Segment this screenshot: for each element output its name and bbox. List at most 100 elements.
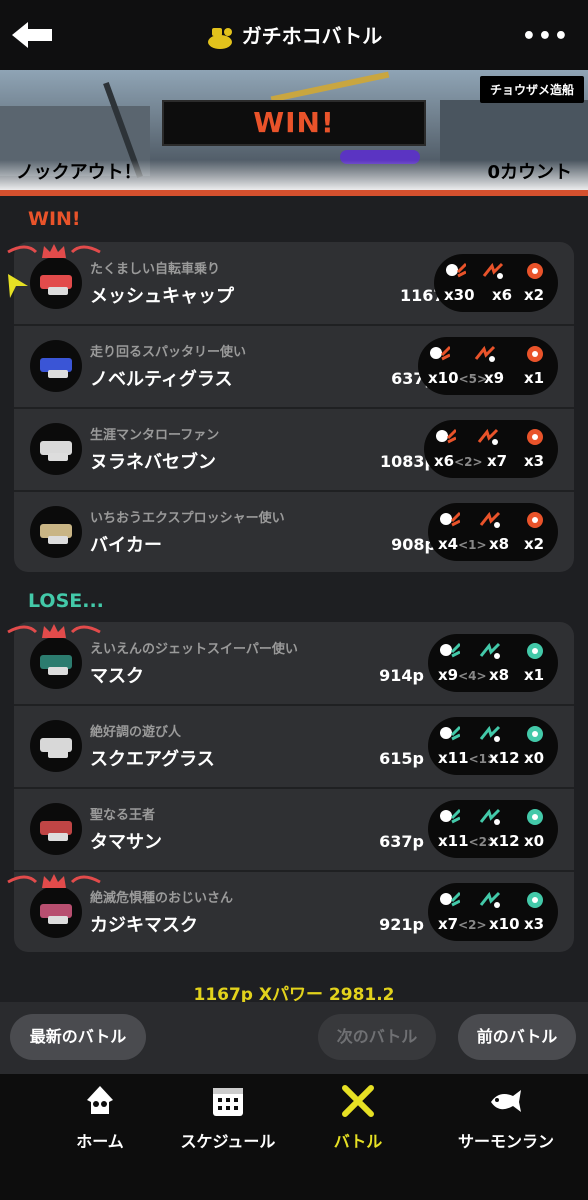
special-gauge-icon (474, 345, 496, 362)
page-title-text: ガチホコバトル (241, 24, 383, 48)
weapon-sub (48, 667, 68, 675)
crown-icon (7, 624, 101, 638)
lose-team-label: LOSE... (28, 590, 104, 612)
special-weapon-icon (527, 643, 543, 659)
weapon-icon (30, 803, 82, 855)
kill-count: x9<4> (438, 666, 487, 684)
player-name: スクエアグラス (90, 749, 215, 770)
player-name: バイカー (90, 535, 162, 556)
player-stats: x6<2> x7 x3 (424, 420, 558, 478)
rainmaker-icon (207, 27, 232, 49)
assist-count: <4> (458, 669, 487, 683)
special-weapon-icon (527, 346, 543, 362)
weapon-icon (30, 423, 82, 475)
assist-count: <1> (458, 538, 487, 552)
latest-battle-button[interactable]: 最新のバトル (10, 1014, 146, 1060)
player-row[interactable]: 生涯マンタローファン ヌラネバセブン 1083p x6<2> x7 x3 (14, 408, 574, 490)
weapon-sub (48, 750, 68, 758)
crown-icon (7, 874, 101, 888)
tab-label: ホーム (76, 1132, 124, 1151)
player-stats: x4<1> x8 x2 (428, 503, 558, 561)
weapon-icon (30, 257, 82, 309)
next-battle-button[interactable]: 次のバトル (318, 1014, 436, 1060)
player-title: 聖なる王者 (90, 808, 156, 823)
battle-nav: 最新のバトル 次のバトル 前のバトル (0, 1002, 588, 1074)
special-weapon-icon (527, 809, 543, 825)
win-team-label: WIN! (28, 208, 81, 230)
tab-battle[interactable]: バトル (288, 1084, 428, 1152)
player-name: ノベルティグラス (90, 369, 233, 390)
special-weapon-icon (527, 726, 543, 742)
special-use-count: x2 (524, 535, 545, 553)
player-title: 走り回るスパッタリー使い (90, 345, 247, 360)
player-title: 生涯マンタローファン (90, 428, 220, 443)
knockout-label: ノックアウト！ (16, 162, 142, 183)
special-gauge-icon (479, 642, 501, 659)
kill-icon (440, 891, 460, 907)
special-count: x6 (492, 286, 513, 304)
win-team-panel: たくましい自転車乗り メッシュキャップ 1167p x30 x6 x2 走り回るスパッタリー… (14, 242, 574, 572)
player-row[interactable]: 絶好調の遊び人 スクエアグラス 615p x11<1> x12 x0 (14, 705, 574, 787)
special-count: x12 (489, 832, 520, 850)
player-row[interactable]: 走り回るスパッタリー使い ノベルティグラス 637p x10<5> x9 x1 (14, 325, 574, 407)
special-use-count: x2 (524, 286, 545, 304)
tab-salmon-run[interactable]: サーモンラン (436, 1084, 576, 1152)
lose-team-panel: えいえんのジェットスイーパー使い マスク 914p x9<4> x8 x1 絶好調の遊び人ス… (14, 622, 574, 952)
player-name: タマサン (90, 832, 162, 853)
player-stats: x10<5> x9 x1 (418, 337, 558, 395)
weapon-icon (30, 506, 82, 558)
special-weapon-icon (527, 429, 543, 445)
kill-icon (440, 642, 460, 658)
tab-label: サーモンラン (457, 1132, 554, 1151)
stage-name: チョウザメ造船 (479, 76, 584, 103)
player-name: ヌラネバセブン (90, 452, 216, 473)
kill-icon (446, 262, 466, 278)
kill-count: x7<2> (438, 915, 487, 933)
special-count: x8 (489, 666, 510, 684)
player-stats: x7<2> x10 x3 (428, 883, 558, 941)
player-points: 615p (379, 749, 424, 768)
special-use-count: x1 (524, 369, 545, 387)
player-stats: x9<4> x8 x1 (428, 634, 558, 692)
assist-count: <2> (454, 455, 483, 469)
kill-count: x4<1> (438, 535, 487, 553)
calendar-icon (213, 1088, 243, 1116)
special-use-count: x3 (524, 915, 545, 933)
more-button[interactable]: ••• (522, 24, 570, 49)
self-marker-icon (8, 274, 28, 298)
stage-crane (270, 71, 390, 103)
special-use-count: x0 (524, 832, 545, 850)
weapon-icon (30, 637, 82, 689)
weapon-sub (48, 833, 68, 841)
special-count: x7 (487, 452, 508, 470)
kill-icon (436, 428, 456, 444)
kill-count-value: x30 (444, 286, 475, 304)
player-name: マスク (90, 666, 144, 687)
count-label: 0カウント (487, 162, 572, 183)
kill-count-value: x11 (438, 832, 469, 850)
player-stats: x11<2> x12 x0 (428, 800, 558, 858)
special-gauge-icon (479, 725, 501, 742)
player-row[interactable]: 聖なる王者 タマサン 637p x11<2> x12 x0 (14, 788, 574, 870)
player-points: 914p (379, 666, 424, 685)
special-gauge-icon (482, 262, 504, 279)
prev-battle-button[interactable]: 前のバトル (458, 1014, 576, 1060)
weapon-sub (48, 287, 68, 295)
special-count: x10 (489, 915, 520, 933)
tab-schedule[interactable]: スケジュール (158, 1084, 298, 1152)
tab-bar: ホーム スケジュール バトル サーモンラン (0, 1074, 588, 1200)
player-row[interactable]: いちおうエクスプロッシャー使い バイカー 908p x4<1> x8 x2 (14, 491, 574, 572)
special-gauge-icon (479, 511, 501, 528)
kill-count-value: x9 (438, 666, 459, 684)
kill-icon (440, 725, 460, 741)
kill-icon (440, 808, 460, 824)
assist-count: <5> (458, 372, 488, 386)
kill-count: x10<5> (428, 369, 487, 387)
weapon-icon (30, 720, 82, 772)
player-title: えいえんのジェットスイーパー使い (90, 642, 298, 657)
tab-home[interactable]: ホーム (30, 1084, 170, 1152)
kill-count-value: x4 (438, 535, 459, 553)
result-label: WIN! (162, 100, 426, 146)
special-use-count: x3 (524, 452, 545, 470)
player-points: 908p (391, 535, 436, 554)
